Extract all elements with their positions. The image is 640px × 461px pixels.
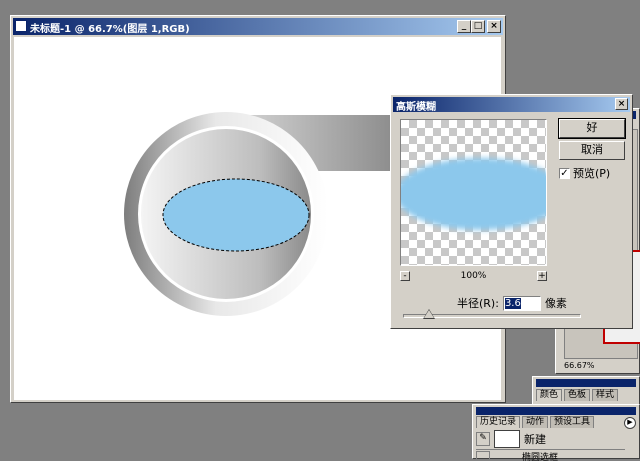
history-brush-icon: ✎	[476, 432, 490, 446]
zoom-in-button[interactable]: +	[537, 271, 547, 281]
radius-slider-track[interactable]	[403, 309, 581, 319]
radius-label: 半径(R):	[457, 297, 499, 310]
dialog-close-button[interactable]: ×	[615, 98, 628, 110]
history-panel-menu-arrow-icon[interactable]: ▶	[624, 417, 636, 429]
radius-slider-thumb[interactable]	[424, 310, 434, 318]
zoom-level: 100%	[460, 271, 487, 281]
dialog-titlebar[interactable]: 高斯模糊 ×	[393, 97, 630, 113]
preview-zoom-row: - 100% +	[400, 271, 547, 283]
history-panel-titlebar[interactable]	[476, 407, 636, 415]
history-snapshot-thumbnail	[494, 430, 520, 448]
radius-row: 半径(R): 3.6 像素	[457, 295, 567, 311]
minimize-button[interactable]: _	[457, 20, 471, 33]
document-title: 未标题-1 @ 66.7%(图层 1,RGB)	[30, 24, 190, 35]
preview-checkbox[interactable]: ✓	[559, 167, 570, 179]
tab-tool-presets[interactable]: 预设工具	[550, 416, 595, 428]
radius-unit: 像素	[544, 297, 567, 310]
cancel-button[interactable]: 取消	[559, 141, 625, 160]
close-button[interactable]: ×	[487, 20, 501, 33]
radius-value: 3.6	[504, 297, 521, 309]
color-panel-titlebar[interactable]	[536, 379, 636, 387]
document-titlebar[interactable]: 未标题-1 @ 66.7%(图层 1,RGB) _ □ ×	[13, 18, 503, 35]
tab-history[interactable]: 历史记录	[476, 416, 521, 428]
dialog-title: 高斯模糊	[396, 102, 436, 113]
photoshop-document-icon	[15, 20, 27, 32]
history-item-label: 椭圆选框	[522, 452, 559, 461]
list-item[interactable]: 椭圆选框	[476, 451, 625, 461]
tab-actions[interactable]: 动作	[522, 416, 549, 428]
blue-ellipse-selection[interactable]	[162, 178, 310, 252]
tab-color[interactable]: 颜色	[536, 389, 563, 401]
radius-input[interactable]: 3.6	[502, 295, 541, 311]
gaussian-blur-dialog: 高斯模糊 × 好 取消 ✓ 预览(P) - 100% + 半径(R): 3.6 …	[390, 94, 633, 329]
maximize-button[interactable]: □	[471, 20, 485, 33]
blur-preview[interactable]	[400, 119, 547, 266]
tab-styles[interactable]: 样式	[592, 389, 619, 401]
navigator-zoom[interactable]: 66.67%	[564, 361, 595, 370]
preview-checkbox-row[interactable]: ✓ 预览(P)	[559, 165, 610, 181]
preview-checkbox-label: 预览(P)	[573, 167, 611, 180]
ok-button[interactable]: 好	[558, 118, 626, 139]
history-item-label: 新建	[524, 433, 546, 446]
preview-blurred-ellipse	[401, 158, 546, 230]
history-state-icon	[476, 451, 490, 461]
tab-swatches[interactable]: 色板	[564, 389, 591, 401]
history-panel: 历史记录 动作 预设工具 ▶ ✎ 新建 椭圆选框	[472, 404, 640, 461]
list-item[interactable]: ✎ 新建	[476, 429, 625, 450]
